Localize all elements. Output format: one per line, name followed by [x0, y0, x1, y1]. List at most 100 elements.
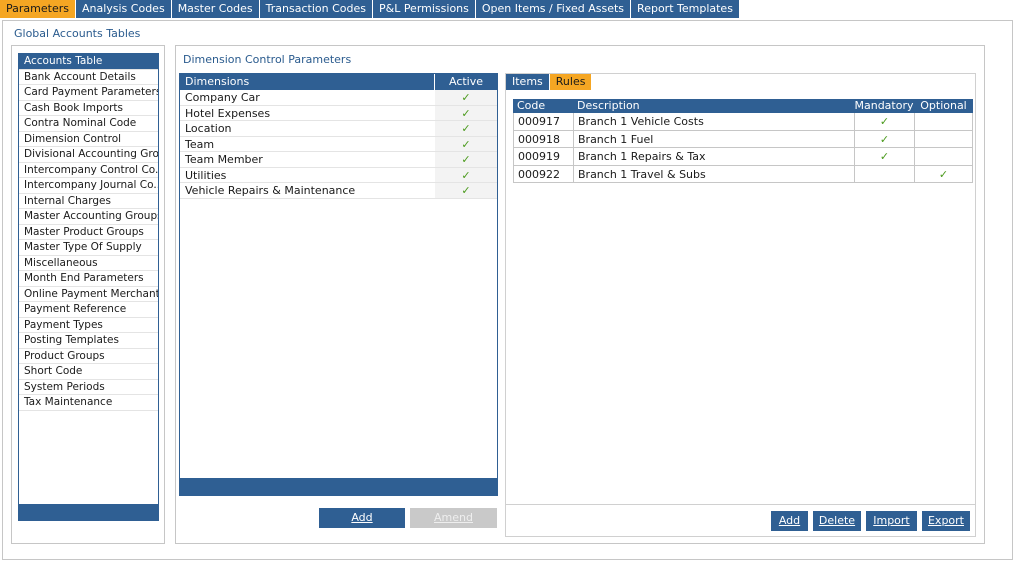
dimension-name: Company Car — [185, 91, 260, 104]
list-item-dimension-control[interactable]: Dimension Control — [19, 132, 158, 147]
list-item-accounts-table[interactable]: Accounts Table — [19, 54, 158, 70]
optional-check-icon[interactable] — [915, 113, 972, 130]
dimension-control-panel: Dimension Control Parameters Dimensions … — [175, 45, 985, 544]
dimensions-table-footer — [180, 478, 497, 495]
tab-items[interactable]: Items — [506, 74, 550, 90]
list-item-short-code[interactable]: Short Code — [19, 364, 158, 380]
mandatory-check-icon[interactable]: ✓ — [855, 148, 915, 165]
mandatory-check-icon[interactable]: ✓ — [855, 130, 915, 147]
optional-check-icon[interactable] — [915, 131, 972, 148]
check-icon: ✓ — [435, 152, 497, 167]
accounts-table-panel: Accounts Table Bank Account Details Card… — [11, 45, 165, 544]
column-header-active[interactable]: Active — [435, 74, 497, 90]
dimension-name: Location — [185, 122, 232, 135]
rules-table: Code Description Mandatory Optional 0009… — [513, 99, 973, 183]
tab-analysis-codes[interactable]: Analysis Codes — [75, 0, 172, 18]
list-item-master-accounting-groups[interactable]: Master Accounting Groups — [19, 209, 158, 225]
accounts-table-footer — [18, 504, 159, 521]
dimension-name: Vehicle Repairs & Maintenance — [185, 184, 356, 197]
dimension-name: Utilities — [185, 168, 227, 182]
list-item-tax-maintenance[interactable]: Tax Maintenance — [19, 395, 158, 411]
rule-description: Branch 1 Fuel — [574, 130, 855, 147]
list-item-master-product-groups[interactable]: Master Product Groups — [19, 225, 158, 240]
dimension-name: Team — [185, 137, 215, 151]
tab-rules[interactable]: Rules — [549, 74, 593, 90]
rule-description: Branch 1 Vehicle Costs — [574, 113, 855, 130]
rules-panel: Items Rules Code Description Mandatory O… — [505, 73, 976, 537]
rule-description: Branch 1 Travel & Subs — [574, 165, 855, 182]
list-item-bank-account-details[interactable]: Bank Account Details — [19, 70, 158, 85]
list-item-product-groups[interactable]: Product Groups — [19, 349, 158, 364]
check-icon: ✓ — [435, 121, 497, 136]
check-icon: ✓ — [435, 90, 497, 105]
check-icon: ✓ — [435, 183, 497, 198]
table-row[interactable]: 000919 Branch 1 Repairs & Tax ✓ — [513, 148, 973, 166]
list-item-internal-charges[interactable]: Internal Charges — [19, 194, 158, 209]
dimensions-table-header: Dimensions Active — [180, 74, 497, 90]
rule-code: 000917 — [514, 113, 574, 130]
rules-divider — [506, 504, 975, 505]
mandatory-check-icon[interactable] — [855, 165, 915, 182]
list-item-miscellaneous[interactable]: Miscellaneous — [19, 256, 158, 271]
list-item-intercompany-control-codes[interactable]: Intercompany Control Co... — [19, 163, 158, 178]
add-rule-button[interactable]: Add — [771, 511, 808, 531]
list-item-master-type-of-supply[interactable]: Master Type Of Supply — [19, 240, 158, 256]
rule-code: 000918 — [514, 130, 574, 147]
add-dimension-button[interactable]: Add — [319, 508, 405, 528]
table-row[interactable]: 000922 Branch 1 Travel & Subs ✓ — [513, 165, 973, 183]
list-item-online-payment-merchants[interactable]: Online Payment Merchants — [19, 287, 158, 302]
rules-table-header: Code Description Mandatory Optional — [513, 99, 973, 113]
check-icon: ✓ — [435, 136, 497, 151]
column-header-optional[interactable]: Optional — [914, 99, 973, 113]
table-row[interactable]: 000918 Branch 1 Fuel ✓ — [513, 130, 973, 148]
delete-rule-button[interactable]: Delete — [813, 511, 861, 531]
check-icon: ✓ — [435, 167, 497, 182]
optional-check-icon[interactable] — [915, 148, 972, 165]
top-tab-bar: Parameters Analysis Codes Master Codes T… — [0, 0, 740, 18]
list-item-cash-book-imports[interactable]: Cash Book Imports — [19, 101, 158, 116]
list-item-divisional-accounting-groups[interactable]: Divisional Accounting Gro... — [19, 147, 158, 163]
table-row[interactable]: Team ✓ — [180, 136, 497, 152]
list-item-contra-nominal-code[interactable]: Contra Nominal Code — [19, 116, 158, 132]
table-row[interactable]: Vehicle Repairs & Maintenance ✓ — [180, 183, 497, 199]
table-row[interactable]: Location ✓ — [180, 121, 497, 137]
mandatory-check-icon[interactable]: ✓ — [855, 113, 915, 130]
dimension-name: Hotel Expenses — [185, 106, 271, 120]
export-button[interactable]: Export — [922, 511, 970, 531]
rule-code: 000919 — [514, 148, 574, 165]
table-row[interactable]: Utilities ✓ — [180, 167, 497, 183]
list-item-intercompany-journal-codes[interactable]: Intercompany Journal Co... — [19, 178, 158, 194]
table-row[interactable]: 000917 Branch 1 Vehicle Costs ✓ — [513, 113, 973, 131]
tab-pl-permissions[interactable]: P&L Permissions — [372, 0, 476, 18]
import-button[interactable]: Import — [866, 511, 917, 531]
list-item-month-end-parameters[interactable]: Month End Parameters — [19, 271, 158, 287]
table-row[interactable]: Company Car ✓ — [180, 90, 497, 106]
dimensions-table: Dimensions Active Company Car ✓ Hotel Ex… — [179, 73, 498, 496]
list-item-payment-types[interactable]: Payment Types — [19, 318, 158, 333]
list-item-card-payment-parameters[interactable]: Card Payment Parameters — [19, 85, 158, 101]
tab-report-templates[interactable]: Report Templates — [631, 0, 740, 18]
column-header-dimensions[interactable]: Dimensions — [180, 74, 435, 90]
rules-subtabs: Items Rules — [506, 74, 593, 90]
column-header-mandatory[interactable]: Mandatory — [854, 99, 914, 113]
list-item-system-periods[interactable]: System Periods — [19, 380, 158, 395]
column-header-code[interactable]: Code — [513, 99, 573, 113]
table-row[interactable]: Team Member ✓ — [180, 152, 497, 168]
tab-master-codes[interactable]: Master Codes — [171, 0, 260, 18]
amend-dimension-button[interactable]: Amend — [410, 508, 497, 528]
column-header-description[interactable]: Description — [573, 99, 854, 113]
tab-transaction-codes[interactable]: Transaction Codes — [259, 0, 373, 18]
table-row[interactable]: Hotel Expenses ✓ — [180, 105, 497, 121]
tab-parameters[interactable]: Parameters — [0, 0, 76, 18]
list-item-posting-templates[interactable]: Posting Templates — [19, 333, 158, 349]
accounts-table-list: Accounts Table Bank Account Details Card… — [18, 53, 159, 521]
optional-check-icon[interactable]: ✓ — [915, 166, 972, 183]
list-item-payment-reference[interactable]: Payment Reference — [19, 302, 158, 318]
dimension-control-title: Dimension Control Parameters — [183, 53, 352, 66]
dimension-name: Team Member — [185, 153, 263, 166]
tab-open-items-fixed-assets[interactable]: Open Items / Fixed Assets — [475, 0, 632, 18]
check-icon: ✓ — [435, 105, 497, 120]
rule-code: 000922 — [514, 165, 574, 182]
global-accounts-title: Global Accounts Tables — [14, 27, 141, 40]
rule-description: Branch 1 Repairs & Tax — [574, 148, 855, 165]
